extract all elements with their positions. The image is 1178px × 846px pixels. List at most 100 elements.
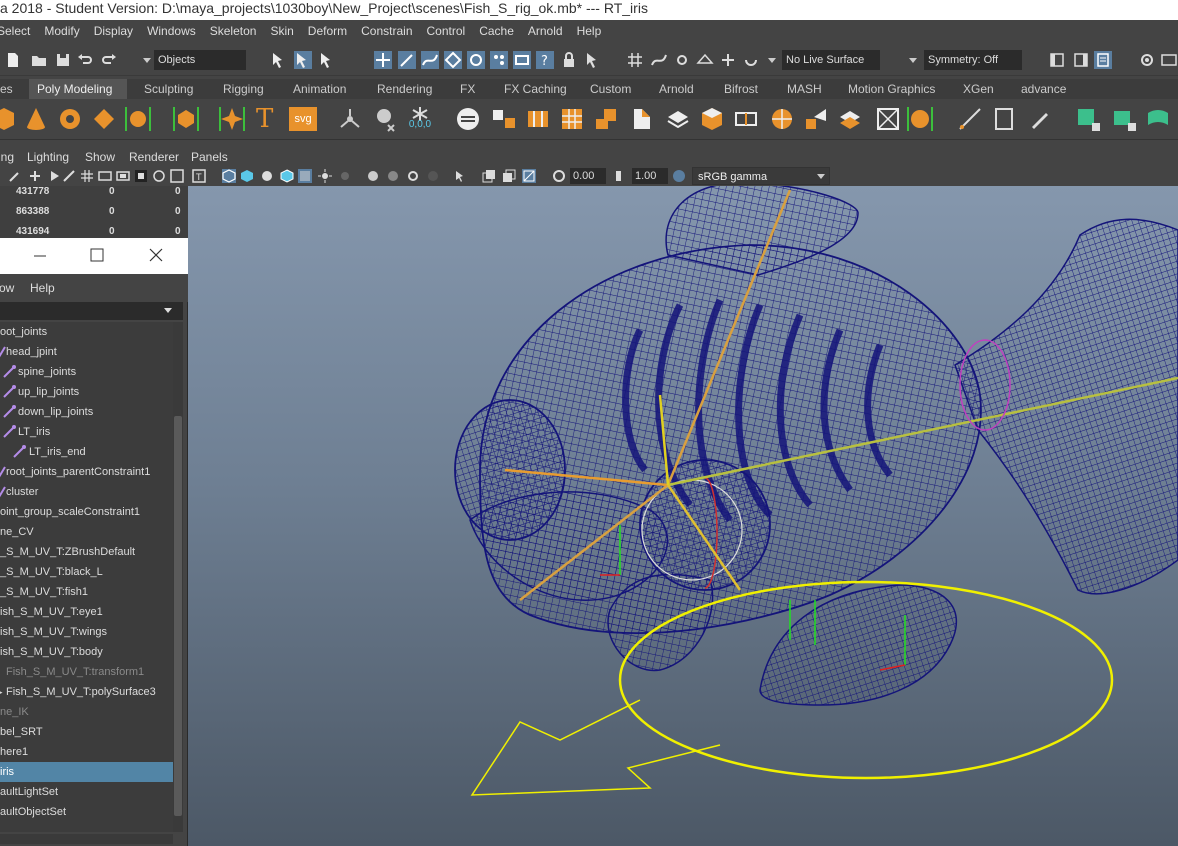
live-surface-dropdown-icon[interactable] xyxy=(768,58,776,63)
channel-value[interactable]: 0 xyxy=(175,186,181,197)
close-icon[interactable] xyxy=(149,248,163,262)
tab-es[interactable]: es xyxy=(0,79,21,99)
tab-rigging[interactable]: Rigging xyxy=(215,79,272,99)
list-item[interactable]: ish_S_M_UV_T:wings xyxy=(0,622,173,642)
menu-control[interactable]: Control xyxy=(427,24,466,38)
attribute-editor-toggle-icon[interactable] xyxy=(1072,51,1090,69)
view-transform-dropdown[interactable]: sRGB gamma xyxy=(692,167,830,185)
panel-menu-renderer[interactable]: Renderer xyxy=(129,150,179,164)
list-item[interactable]: cluster xyxy=(0,482,173,502)
open-scene-icon[interactable] xyxy=(30,51,48,69)
undo-icon[interactable] xyxy=(76,51,94,69)
safe-title-icon[interactable]: T xyxy=(192,169,206,183)
channel-value[interactable]: 0 xyxy=(109,226,115,237)
bookmarks-icon[interactable] xyxy=(48,169,62,183)
poly-plane-icon[interactable] xyxy=(90,105,118,133)
channel-value[interactable]: 431778 xyxy=(16,186,49,197)
tab-fx-caching[interactable]: FX Caching xyxy=(496,79,575,99)
list-item[interactable]: head_jpint xyxy=(0,342,173,362)
channel-box-toggle-icon[interactable] xyxy=(1094,51,1112,69)
select-by-component-icon[interactable] xyxy=(318,51,336,69)
insert-edge-loop-icon[interactable] xyxy=(732,105,760,133)
bridge-icon[interactable] xyxy=(664,105,692,133)
symmetry-dropdown-icon[interactable] xyxy=(909,58,917,63)
paint-brush-icon[interactable] xyxy=(1026,105,1054,133)
symmetry-field[interactable]: Symmetry: Off xyxy=(924,50,1022,70)
safe-action-icon[interactable] xyxy=(170,169,184,183)
gamma-field[interactable]: 1.00 xyxy=(632,168,668,184)
redo-icon[interactable] xyxy=(100,51,118,69)
list-item[interactable]: Fish_S_M_UV_T:transform1 xyxy=(0,662,173,682)
render-settings-icon[interactable] xyxy=(1160,51,1178,69)
list-item[interactable]: _S_M_UV_T:ZBrushDefault xyxy=(0,542,173,562)
tab-animation[interactable]: Animation xyxy=(285,79,354,99)
list-item[interactable]: spine_joints xyxy=(0,362,173,382)
selection-mode-dropdown-icon[interactable] xyxy=(143,58,151,63)
time-clock-icon[interactable] xyxy=(372,105,400,133)
tab-rendering[interactable]: Rendering xyxy=(369,79,440,99)
select-joints-icon[interactable] xyxy=(398,51,416,69)
select-rendering-icon[interactable] xyxy=(513,51,531,69)
use-all-lights-icon[interactable] xyxy=(318,169,332,183)
default-material-icon[interactable] xyxy=(260,169,274,183)
bevel-icon[interactable] xyxy=(628,105,656,133)
list-item[interactable]: up_lip_joints xyxy=(0,382,173,402)
poly-super-shape-icon[interactable] xyxy=(218,105,246,133)
select-by-hierarchy-icon[interactable] xyxy=(270,51,288,69)
reduce-icon[interactable] xyxy=(592,105,620,133)
uv-layout-icon[interactable] xyxy=(1146,105,1174,133)
snap-grid-icon[interactable] xyxy=(626,51,644,69)
uv-unfold-icon[interactable] xyxy=(1110,105,1138,133)
channel-value[interactable]: 0 xyxy=(175,226,181,237)
sidebar-toggle-icon[interactable] xyxy=(1048,51,1066,69)
menu-display[interactable]: Display xyxy=(94,24,133,38)
list-item[interactable]: here1 xyxy=(0,742,173,762)
list-item[interactable]: root_joints_parentConstraint1 xyxy=(0,462,173,482)
quad-draw-icon[interactable] xyxy=(874,105,902,133)
sculpt-tool-icon[interactable] xyxy=(336,105,364,133)
selection-mode-field[interactable]: Objects xyxy=(154,50,246,70)
tab-poly-modeling[interactable]: Poly Modeling xyxy=(29,79,127,99)
draw-curve-icon[interactable] xyxy=(956,105,984,133)
select-handles-icon[interactable] xyxy=(374,51,392,69)
combine-icon[interactable] xyxy=(454,105,482,133)
live-surface-field[interactable]: No Live Surface xyxy=(782,50,880,70)
tab-advance[interactable]: advance xyxy=(1013,79,1074,99)
depth-of-field-icon[interactable] xyxy=(426,169,440,183)
tab-fx[interactable]: FX xyxy=(452,79,483,99)
list-item[interactable]: ish_S_M_UV_T:eye1 xyxy=(0,602,173,622)
film-gate-icon[interactable] xyxy=(98,169,112,183)
poly-cube-icon[interactable] xyxy=(0,105,18,133)
multi-cut-icon[interactable] xyxy=(768,105,796,133)
select-surfaces-icon[interactable] xyxy=(444,51,462,69)
select-camera-icon[interactable] xyxy=(8,169,22,183)
lock-selection-icon[interactable] xyxy=(560,51,578,69)
separate-icon[interactable] xyxy=(490,105,518,133)
outliner-menu-help[interactable]: Help xyxy=(30,281,55,295)
panel-menu-shading[interactable]: ing xyxy=(0,150,14,164)
channel-value[interactable]: 0 xyxy=(109,206,115,217)
poly-platonic-icon[interactable] xyxy=(172,105,200,133)
gamma-icon[interactable] xyxy=(614,169,628,183)
grid-toggle-icon[interactable] xyxy=(80,169,94,183)
list-item[interactable]: LT_iris_end xyxy=(0,442,173,462)
wireframe-on-shaded-icon[interactable] xyxy=(280,169,294,183)
isolate-select-icon[interactable] xyxy=(454,169,468,183)
snap-view-plane-icon[interactable] xyxy=(696,51,714,69)
channel-value[interactable]: 0 xyxy=(109,186,115,197)
color-management-icon[interactable] xyxy=(672,169,686,183)
snap-live-icon[interactable] xyxy=(719,51,737,69)
viewport-3d[interactable] xyxy=(188,186,1178,846)
list-item[interactable]: down_lip_joints xyxy=(0,402,173,422)
outliner-scrollbar[interactable] xyxy=(173,322,183,832)
channel-value[interactable]: 863388 xyxy=(16,206,49,217)
smooth-icon[interactable] xyxy=(558,105,586,133)
tab-motion-graphics[interactable]: Motion Graphics xyxy=(840,79,943,99)
extract-icon[interactable] xyxy=(524,105,552,133)
tab-sculpting[interactable]: Sculpting xyxy=(136,79,201,99)
multisample-aa-icon[interactable] xyxy=(406,169,420,183)
svg-icon[interactable]: svg xyxy=(289,107,317,131)
xray-active-components-icon[interactable] xyxy=(502,169,516,183)
bounding-box-icon[interactable] xyxy=(990,105,1018,133)
list-item[interactable]: LT_iris xyxy=(0,422,173,442)
